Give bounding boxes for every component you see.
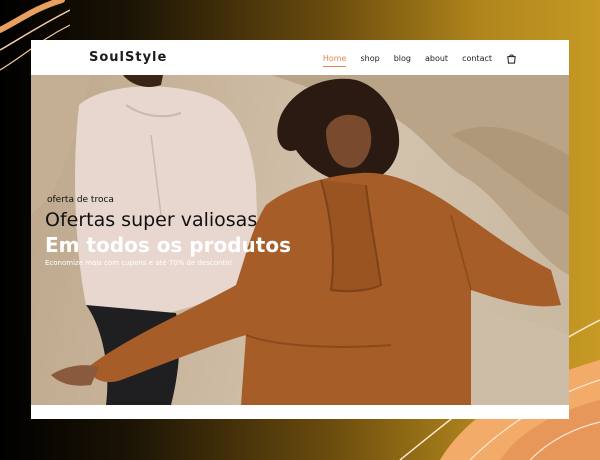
nav-home[interactable]: Home bbox=[322, 54, 346, 67]
shopping-bag-icon[interactable] bbox=[506, 53, 517, 64]
website-mockup: SoulStyle Home shop blog about contact o… bbox=[31, 40, 569, 419]
hero-headline-secondary: Em todos os produtos bbox=[45, 233, 291, 257]
hero-eyebrow: oferta de troca bbox=[47, 195, 114, 205]
hero-text: oferta de troca Ofertas super valiosas E… bbox=[45, 195, 291, 267]
site-header: SoulStyle Home shop blog about contact bbox=[31, 40, 569, 75]
page-footer-strip bbox=[31, 405, 569, 419]
hero-banner: oferta de troca Ofertas super valiosas E… bbox=[31, 75, 569, 405]
nav-shop[interactable]: shop bbox=[360, 54, 379, 63]
nav-blog[interactable]: blog bbox=[394, 54, 411, 63]
hero-headline: Ofertas super valiosas bbox=[45, 209, 258, 231]
site-logo[interactable]: SoulStyle bbox=[89, 50, 167, 65]
nav-contact[interactable]: contact bbox=[462, 54, 492, 63]
hero-subtext: Economize mais com cupons e até 70% de d… bbox=[45, 259, 233, 267]
main-nav: Home shop blog about contact bbox=[309, 53, 517, 67]
nav-about[interactable]: about bbox=[425, 54, 448, 63]
